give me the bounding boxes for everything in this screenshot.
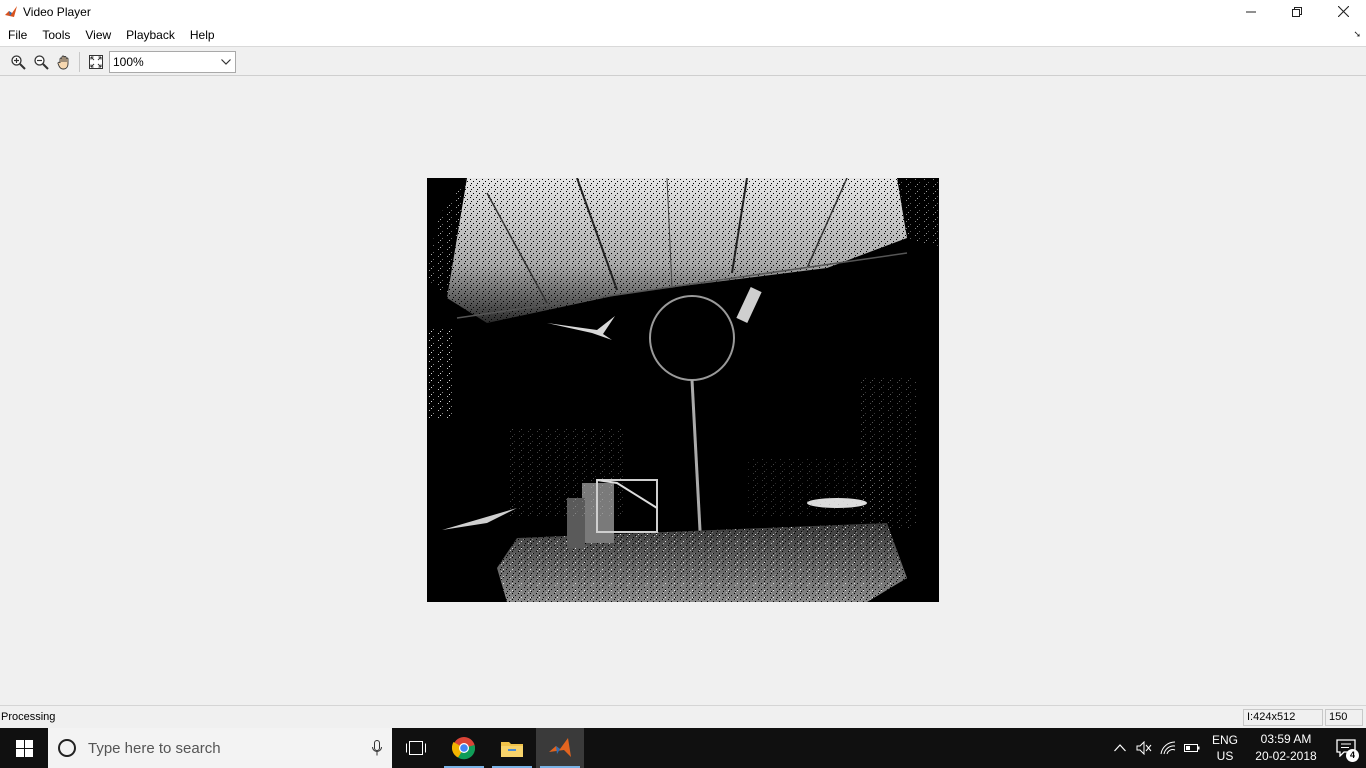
depth-image — [427, 178, 939, 602]
windows-logo-icon — [15, 739, 33, 757]
notification-count-badge: 4 — [1346, 749, 1359, 762]
clock[interactable]: 03:59 AM 20-02-2018 — [1246, 731, 1326, 765]
task-view-icon — [406, 741, 426, 755]
restore-button[interactable] — [1274, 0, 1320, 23]
menu-bar: File Tools View Playback Help ➘ — [0, 23, 1366, 47]
fit-to-window-button[interactable] — [84, 51, 107, 73]
action-center-button[interactable]: 4 — [1326, 728, 1366, 768]
fit-to-window-icon — [88, 54, 103, 69]
menu-tools[interactable]: Tools — [34, 23, 77, 47]
video-viewport — [0, 77, 1366, 704]
status-bar: Processing I:424x512 150 — [0, 705, 1366, 728]
clock-time: 03:59 AM — [1260, 732, 1312, 746]
matlab-logo-icon — [4, 5, 18, 19]
close-icon — [1337, 6, 1349, 17]
language-code: ENG — [1211, 733, 1238, 747]
matlab-icon — [549, 738, 571, 757]
frame-info-field: I:424x512 — [1243, 709, 1323, 726]
zoom-in-icon — [10, 54, 26, 70]
microphone-icon[interactable] — [362, 740, 392, 756]
video-frame[interactable] — [427, 178, 939, 602]
zoom-out-button[interactable] — [29, 51, 52, 73]
restore-icon — [1292, 6, 1302, 17]
chevron-down-icon — [221, 58, 231, 65]
chrome-icon — [452, 737, 476, 760]
zoom-out-icon — [33, 54, 49, 70]
show-hidden-icons-chevron-up-icon[interactable] — [1108, 744, 1132, 752]
frame-number-field: 150 — [1325, 709, 1363, 726]
close-button[interactable] — [1320, 0, 1366, 23]
toolbar-separator — [79, 51, 80, 72]
dock-arrow-icon[interactable]: ➘ — [1353, 29, 1361, 40]
matlab-taskbar-button[interactable] — [536, 728, 584, 768]
menu-file[interactable]: File — [0, 23, 34, 47]
pan-button[interactable] — [52, 51, 75, 73]
task-view-button[interactable] — [392, 728, 440, 768]
minimize-button[interactable] — [1228, 0, 1274, 23]
file-explorer-taskbar-button[interactable] — [488, 728, 536, 768]
title-bar: Video Player — [0, 0, 1366, 23]
menu-view[interactable]: View — [77, 23, 118, 47]
search-box[interactable]: Type here to search — [48, 728, 392, 768]
battery-icon[interactable] — [1180, 743, 1204, 753]
network-wifi-icon[interactable] — [1156, 741, 1180, 755]
input-language-indicator[interactable]: ENG US — [1208, 732, 1242, 764]
volume-muted-icon[interactable] — [1132, 741, 1156, 755]
zoom-in-button[interactable] — [6, 51, 29, 73]
hand-pan-icon — [57, 55, 68, 69]
taskbar: Type here to search ENG US 03:59 AM 20-0… — [0, 728, 1366, 768]
system-tray: ENG US 03:59 AM 20-02-2018 4 — [1108, 728, 1366, 768]
start-button[interactable] — [0, 728, 48, 768]
folder-icon — [501, 742, 523, 757]
cortana-icon — [58, 739, 76, 757]
chrome-taskbar-button[interactable] — [440, 728, 488, 768]
minimize-icon — [1246, 11, 1256, 12]
keyboard-region: US — [1216, 749, 1234, 763]
zoom-level-value: 100% — [113, 54, 144, 69]
toolbar: 100% — [0, 48, 1366, 76]
search-placeholder: Type here to search — [88, 739, 221, 757]
menu-help[interactable]: Help — [182, 23, 222, 47]
status-text: Processing — [1, 711, 56, 723]
window-title: Video Player — [23, 4, 91, 19]
clock-date: 20-02-2018 — [1255, 749, 1317, 763]
zoom-level-select[interactable]: 100% — [109, 50, 236, 73]
menu-playback[interactable]: Playback — [118, 23, 182, 47]
